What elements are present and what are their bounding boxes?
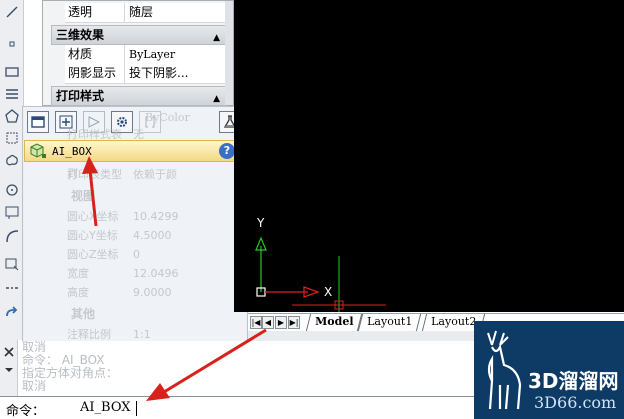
prop-row-transparency[interactable]: 透明 随层 (65, 3, 227, 23)
dash-icon[interactable] (4, 280, 20, 296)
tab-label: Layout1 (367, 315, 413, 328)
block-icon[interactable] (4, 256, 20, 272)
arc-icon[interactable] (4, 228, 20, 244)
circle-icon[interactable] (4, 182, 20, 198)
ghost-key: 圆心X坐标 (67, 210, 119, 223)
history-line: 指定方体对角点： (22, 366, 119, 380)
window-icon[interactable] (27, 111, 49, 133)
palette-scrollbar[interactable] (225, 1, 233, 105)
redo-icon[interactable] (4, 306, 20, 322)
ghost-row: 圆心Z坐标 0 (63, 245, 249, 264)
ghost-section-other: 其他 (71, 307, 96, 321)
text-icon[interactable] (4, 204, 20, 220)
prop-key: 材质 (65, 45, 125, 64)
ghost-value: 9.0000 (133, 286, 172, 299)
deer-logo-icon (487, 330, 522, 410)
prop-value: 随层 (125, 3, 227, 22)
prop-key: 透明 (65, 3, 125, 22)
drawing-canvas[interactable]: Y X (234, 0, 624, 312)
ghost-key: 宽度 (67, 267, 89, 280)
prev-tab-icon[interactable]: ◀ (262, 316, 274, 329)
ghost-key: 打印表类型 (67, 168, 122, 181)
section-title: 三维效果 (56, 28, 105, 42)
ghost-row: 圆心Y坐标 4.5000 (63, 226, 249, 245)
ghost-row: 圆心X坐标 10.4299 (63, 207, 249, 226)
watermark-url: 3D66.com (534, 393, 617, 412)
ghost-value: 0 (133, 248, 140, 261)
line-icon[interactable] (4, 4, 20, 20)
command-prompt: 命令： (6, 404, 46, 419)
ghost-row: 高度 9.0000 (63, 283, 249, 302)
close-icon[interactable] (1, 344, 17, 360)
point-icon[interactable] (4, 36, 20, 52)
prop-value: 投下阴影... (125, 64, 227, 83)
command-item-ai-box[interactable]: AI_BOX ? (24, 140, 240, 162)
ghost-row: 宽度 12.0496 (63, 264, 249, 283)
hatch-icon[interactable] (4, 86, 20, 102)
history-line: 取消 (22, 379, 47, 393)
box-icon (30, 143, 46, 158)
axis-x-label: X (324, 285, 333, 299)
section-3d-effects[interactable]: 三维效果 ▲ (51, 25, 227, 45)
ghost-value: 4.5000 (133, 229, 172, 242)
ucs-icon (255, 236, 386, 312)
rectangle-icon[interactable] (4, 64, 20, 80)
region-icon[interactable] (4, 130, 20, 146)
help-icon[interactable]: ? (219, 143, 235, 159)
ghost-key: 高度 (67, 286, 89, 299)
polygon-icon[interactable] (4, 108, 20, 124)
tab-model[interactable]: Model (305, 314, 363, 331)
prop-key: 阴影显示 (65, 64, 125, 83)
ghost-key: 圆心Z坐标 (67, 248, 119, 261)
ghost-row: 打印表类型 依赖于颜 (63, 165, 249, 184)
ghost-color-value: ByColor (145, 111, 190, 124)
revcloud-icon[interactable] (4, 152, 20, 168)
tab-label: Model (315, 315, 354, 328)
prop-row-material[interactable]: 材质 ByLayer (65, 45, 227, 65)
tab-label: Layout2 (431, 315, 477, 328)
ghost-section-view: 视图 (71, 189, 96, 203)
section-print-style[interactable]: 打印样式 ▲ (51, 86, 227, 106)
ghost-value: 依赖于颜 (133, 168, 177, 181)
ghost-value: 12.0496 (133, 267, 179, 280)
prop-value: ByLayer (125, 45, 227, 64)
text-caret (136, 401, 137, 416)
ghost-key: 圆心Y坐标 (67, 229, 118, 242)
last-tab-icon[interactable]: ▶| (288, 316, 300, 329)
draw-toolbar (0, 0, 24, 340)
first-tab-icon[interactable]: |◀ (250, 316, 262, 329)
section-title: 打印样式 (56, 89, 105, 103)
command-item-label: AI_BOX (52, 144, 92, 158)
axis-y-label: Y (257, 216, 265, 230)
watermark-title: 3D溜溜网 (528, 369, 619, 393)
command-history: 取消 命令： AI_BOX 指定方体对角点： 取消 (22, 341, 262, 393)
command-input[interactable]: AI_BOX (80, 400, 131, 415)
ghost-value: 10.4299 (133, 210, 179, 223)
prop-row-shadow[interactable]: 阴影显示 投下阴影... (65, 64, 227, 84)
watermark: 3D溜溜网 3D66.com (474, 321, 624, 419)
chevron-down-icon[interactable] (1, 362, 17, 378)
tab-layout1[interactable]: Layout1 (357, 314, 422, 331)
properties-palette: 透明 随层 三维效果 ▲ 材质 ByLayer 阴影显示 投下阴影... 打印样… (42, 0, 234, 106)
next-tab-icon[interactable]: ▶ (275, 316, 287, 329)
